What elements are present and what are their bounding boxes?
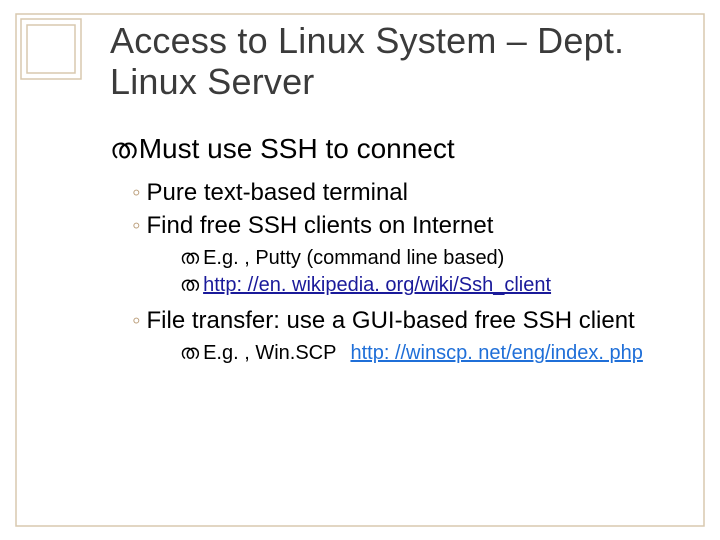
flourish-icon: ത xyxy=(180,342,199,364)
bullet-main: തMust use SSH to connect xyxy=(110,131,690,167)
flourish-icon: ത xyxy=(180,274,199,296)
slide-title: Access to Linux System – Dept. Linux Ser… xyxy=(110,20,690,103)
subsub-text: E.g. , Putty (command line based) xyxy=(203,247,504,269)
sub-bullet-text: Find free SSH clients on Internet xyxy=(147,212,494,239)
wikipedia-ssh-client-link[interactable]: http: //en. wikipedia. org/wiki/Ssh_clie… xyxy=(203,274,551,296)
ring-icon: ◦ xyxy=(132,307,141,334)
subsub-bullet: തE.g. , Putty (command line based) xyxy=(180,245,690,272)
subsub-bullet: തE.g. , Win.SCP http: //winscp. net/eng/i… xyxy=(180,340,690,367)
sub-bullet-text: Pure text-based terminal xyxy=(147,179,408,206)
flourish-icon: ത xyxy=(110,134,137,165)
ring-icon: ◦ xyxy=(132,212,141,239)
sub-bullet: ◦Pure text-based terminal xyxy=(132,177,690,208)
sub-bullet-text: File transfer: use a GUI-based free SSH … xyxy=(147,307,635,334)
bullet-main-text: Must use SSH to connect xyxy=(139,133,455,164)
winscp-link[interactable]: http: //winscp. net/eng/index. php xyxy=(350,342,642,364)
subsub-bullet: തhttp: //en. wikipedia. org/wiki/Ssh_cli… xyxy=(180,272,690,299)
flourish-icon: ത xyxy=(180,247,199,269)
ring-icon: ◦ xyxy=(132,179,141,206)
sub-bullet: ◦Find free SSH clients on Internet തE.g.… xyxy=(132,210,690,299)
sub-bullet: ◦File transfer: use a GUI-based free SSH… xyxy=(132,305,690,367)
subsub-text-prefix: E.g. , Win.SCP xyxy=(203,342,336,364)
